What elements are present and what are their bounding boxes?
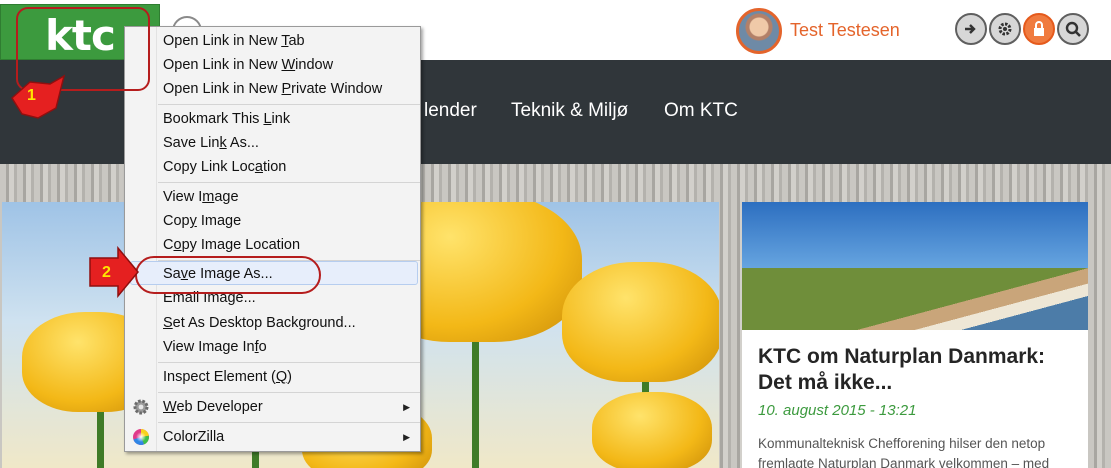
menu-separator: [158, 104, 420, 105]
step-1-label: 1: [27, 87, 36, 104]
article-title[interactable]: KTC om Naturplan Danmark: Det må ikke...: [758, 344, 1078, 396]
user-name[interactable]: Test Testesen: [790, 20, 900, 41]
coast-landscape: [742, 268, 1088, 330]
menu-item-view-image-info[interactable]: View Image Info: [163, 335, 267, 359]
menu-item-copy-link-location[interactable]: Copy Link Location: [163, 155, 286, 179]
tulip-flower: [592, 392, 712, 468]
menu-item-set-desktop-background[interactable]: Set As Desktop Background...: [163, 311, 356, 335]
submenu-arrow-icon: ▶: [403, 432, 410, 442]
colorzilla-icon: [133, 429, 149, 445]
menu-separator: [158, 362, 420, 363]
lock-icon[interactable]: [1023, 13, 1055, 45]
menu-separator: [158, 422, 420, 423]
coast-photo[interactable]: [742, 202, 1088, 330]
menu-item-copy-image[interactable]: Copy Image: [163, 209, 241, 233]
menu-item-bookmark-link[interactable]: Bookmark This Link: [163, 107, 290, 131]
tulip-flower: [562, 262, 719, 382]
menu-item-copy-image-location[interactable]: Copy Image Location: [163, 233, 300, 257]
context-menu: Open Link in New Tab Open Link in New Wi…: [124, 26, 421, 452]
tulip-stem: [472, 322, 479, 468]
menu-item-save-link-as[interactable]: Save Link As...: [163, 131, 259, 155]
menu-item-view-image[interactable]: View Image: [163, 185, 239, 209]
menu-separator: [158, 182, 420, 183]
avatar[interactable]: [736, 8, 782, 54]
menu-separator: [158, 392, 420, 393]
nav-item-kalender[interactable]: lender: [424, 100, 477, 122]
menu-item-colorzilla[interactable]: ColorZilla: [163, 425, 224, 449]
annotation-ring-save-image: [135, 256, 321, 294]
gear-icon: [133, 399, 149, 415]
step-2-arrow-icon: [89, 246, 139, 298]
step-1-arrow-icon: [11, 74, 66, 119]
menu-item-inspect-element[interactable]: Inspect Element (Q): [163, 365, 292, 389]
gear-icon[interactable]: [989, 13, 1021, 45]
login-icon[interactable]: [955, 13, 987, 45]
nav-item-om-ktc[interactable]: Om KTC: [664, 100, 738, 122]
menu-item-web-developer[interactable]: Web Developer: [163, 395, 263, 419]
article-date: 10. august 2015 - 13:21: [758, 402, 917, 419]
magnifier-icon[interactable]: [1057, 13, 1089, 45]
step-2-label: 2: [102, 264, 111, 281]
menu-item-open-link-private-window[interactable]: Open Link in New Private Window: [163, 77, 382, 101]
news-card[interactable]: KTC om Naturplan Danmark: Det må ikke...…: [742, 202, 1088, 468]
submenu-arrow-icon: ▶: [403, 402, 410, 412]
nav-item-teknik-miljo[interactable]: Teknik & Miljø: [511, 100, 628, 122]
article-excerpt: Kommunalteknisk Chefforening hilser den …: [758, 436, 1050, 468]
menu-item-open-link-new-tab[interactable]: Open Link in New Tab: [163, 29, 305, 53]
menu-item-open-link-new-window[interactable]: Open Link in New Window: [163, 53, 333, 77]
